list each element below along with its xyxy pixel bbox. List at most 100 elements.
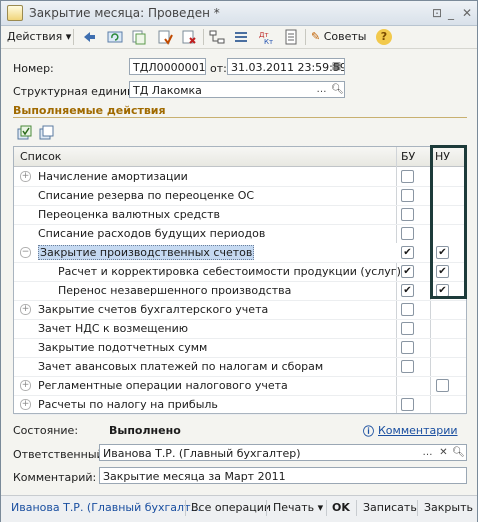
bu-checkbox[interactable] <box>401 322 414 335</box>
unit-search-icon[interactable]: 🔍︎ <box>330 82 345 97</box>
author-link[interactable]: Иванова Т.Р. (Главный бухгалт... <box>11 501 201 514</box>
bu-checkbox[interactable]: ✔ <box>401 246 414 259</box>
row-label: Закрытие производственных счетов <box>38 245 255 260</box>
unit-label: Структурная единица: <box>13 85 145 98</box>
document-window: Закрытие месяца: Проведен * ⊡ _ ✕ Действ… <box>0 0 478 522</box>
responsible-field[interactable]: Иванова Т.Р. (Главный бухгалтер) <box>99 444 467 461</box>
grid-row[interactable]: Зачет авансовых платежей по налогам и сб… <box>14 357 466 377</box>
bu-checkbox[interactable] <box>401 398 414 411</box>
grid-row[interactable]: + Начисление амортизации <box>14 167 466 187</box>
section-divider <box>13 117 467 118</box>
calendar-icon[interactable]: ▦ <box>329 59 344 74</box>
close-icon[interactable]: ✕ <box>459 5 475 21</box>
toolbar: Действия ▾ Дт Кт ✎ Советы ? <box>1 26 477 49</box>
help-icon[interactable]: ? <box>376 29 392 45</box>
row-label: Регламентные операции налогового учета <box>38 379 288 392</box>
row-label: Расчет и корректировка себестоимости про… <box>58 265 401 278</box>
ok-button[interactable]: OK <box>332 501 350 514</box>
row-label: Закрытие подотчетных сумм <box>38 341 208 354</box>
hints-icon: ✎ <box>311 30 321 43</box>
comment-field[interactable]: Закрытие месяца за Март 2011 <box>99 467 467 484</box>
row-label: Зачет авансовых платежей по налогам и сб… <box>38 360 324 373</box>
report-icon[interactable] <box>283 29 299 45</box>
bu-checkbox[interactable]: ✔ <box>401 284 414 297</box>
expand-icon[interactable]: + <box>20 380 31 391</box>
bu-checkbox[interactable] <box>401 208 414 221</box>
number-label: Номер: <box>13 62 54 75</box>
bu-checkbox[interactable] <box>401 170 414 183</box>
grid-row[interactable]: + Регламентные операции налогового учета <box>14 376 466 396</box>
grid-row[interactable]: + Расчеты по налогу на прибыль <box>14 395 466 415</box>
minimize-icon[interactable]: _ <box>443 5 459 21</box>
bottom-bar: Иванова Т.Р. (Главный бухгалт... Все опе… <box>1 495 477 522</box>
bu-checkbox[interactable] <box>401 189 414 202</box>
title-bar: Закрытие месяца: Проведен * ⊡ _ ✕ <box>1 1 477 26</box>
collapse-icon[interactable]: − <box>20 247 31 258</box>
nu-checkbox[interactable] <box>436 379 449 392</box>
grid-row[interactable]: Переоценка валютных средств <box>14 205 466 225</box>
row-label: Списание расходов будущих периодов <box>38 227 266 240</box>
row-label: Зачет НДС к возмещению <box>38 322 189 335</box>
expand-icon[interactable]: + <box>20 399 31 410</box>
grid-row[interactable]: Зачет НДС к возмещению <box>14 319 466 339</box>
list-settings-icon[interactable] <box>233 29 249 45</box>
grid-row[interactable]: Перенос незавершенного производства ✔ ✔ <box>14 281 466 301</box>
debit-credit-icon[interactable]: Дт Кт <box>259 29 275 46</box>
row-label: Закрытие счетов бухгалтерского учета <box>38 303 269 316</box>
refresh-icon[interactable] <box>107 29 123 45</box>
date-field[interactable]: 31.03.2011 23:59:59 <box>227 58 345 75</box>
grid-row[interactable]: Расчет и корректировка себестоимости про… <box>14 262 466 282</box>
print-button[interactable]: Печать ▾ <box>273 501 323 514</box>
back-arrow-icon[interactable] <box>81 29 97 45</box>
row-label: Расчеты по налогу на прибыль <box>38 398 218 411</box>
responsible-clear-icon[interactable]: ✕ <box>436 445 451 460</box>
grid-row[interactable]: Списание резерва по переоценке ОС <box>14 186 466 206</box>
bu-checkbox[interactable] <box>401 227 414 240</box>
responsible-label: Ответственный: <box>13 448 108 461</box>
status-value: Выполнено <box>109 424 181 437</box>
info-icon: ⓘ <box>363 425 374 438</box>
comment-label: Комментарий: <box>13 471 97 484</box>
bu-checkbox[interactable] <box>401 360 414 373</box>
grid-header: Список БУ НУ <box>14 147 466 167</box>
responsible-select-button[interactable]: … <box>420 445 435 460</box>
unit-select-button[interactable]: … <box>314 82 329 97</box>
window-title: Закрытие месяца: Проведен * <box>29 6 220 20</box>
bu-checkbox[interactable]: ✔ <box>401 265 414 278</box>
row-label: Переоценка валютных средств <box>38 208 220 221</box>
check-all-icon[interactable] <box>17 125 33 141</box>
document-app-icon <box>7 5 23 21</box>
expand-icon[interactable]: + <box>20 171 31 182</box>
grid-row[interactable]: + Закрытие счетов бухгалтерского учета <box>14 300 466 320</box>
status-label: Состояние: <box>13 424 79 437</box>
bu-checkbox[interactable] <box>401 303 414 316</box>
save-button[interactable]: Записать <box>363 501 417 514</box>
comments-link[interactable]: Комментарии <box>378 424 458 437</box>
copy-icon[interactable] <box>131 29 147 45</box>
svg-text:Кт: Кт <box>264 38 273 45</box>
row-label: Начисление амортизации <box>38 170 188 183</box>
grid-row[interactable]: − Закрытие производственных счетов ✔ ✔ <box>14 243 466 263</box>
unpost-doc-icon[interactable] <box>181 29 197 45</box>
bu-checkbox[interactable] <box>401 341 414 354</box>
uncheck-all-icon[interactable] <box>39 125 55 141</box>
expand-icon[interactable]: + <box>20 304 31 315</box>
all-operations-button[interactable]: Все операции <box>191 501 271 514</box>
col-header-list: Список <box>20 150 62 163</box>
structure-icon[interactable] <box>209 29 225 45</box>
close-button[interactable]: Закрыть <box>424 501 473 514</box>
actions-grid: Список БУ НУ + Начисление амортизации Спис… <box>13 146 467 415</box>
number-field[interactable]: ТДЛ00000011 <box>129 58 206 75</box>
hints-button[interactable]: ✎ Советы <box>311 28 366 46</box>
grid-row[interactable]: Закрытие подотчетных сумм <box>14 338 466 358</box>
col-header-bu: БУ <box>401 150 416 163</box>
nu-column-highlight <box>430 145 467 299</box>
actions-menu-button[interactable]: Действия ▾ <box>7 28 71 46</box>
unit-field[interactable]: ТД Лакомка <box>129 81 345 98</box>
date-from-label: от: <box>210 62 227 75</box>
post-doc-icon[interactable] <box>157 29 173 45</box>
grid-row[interactable]: Списание расходов будущих периодов <box>14 224 466 244</box>
section-title: Выполняемые действия <box>13 104 166 117</box>
responsible-search-icon[interactable]: 🔍︎ <box>451 445 466 460</box>
row-label: Перенос незавершенного производства <box>58 284 292 297</box>
